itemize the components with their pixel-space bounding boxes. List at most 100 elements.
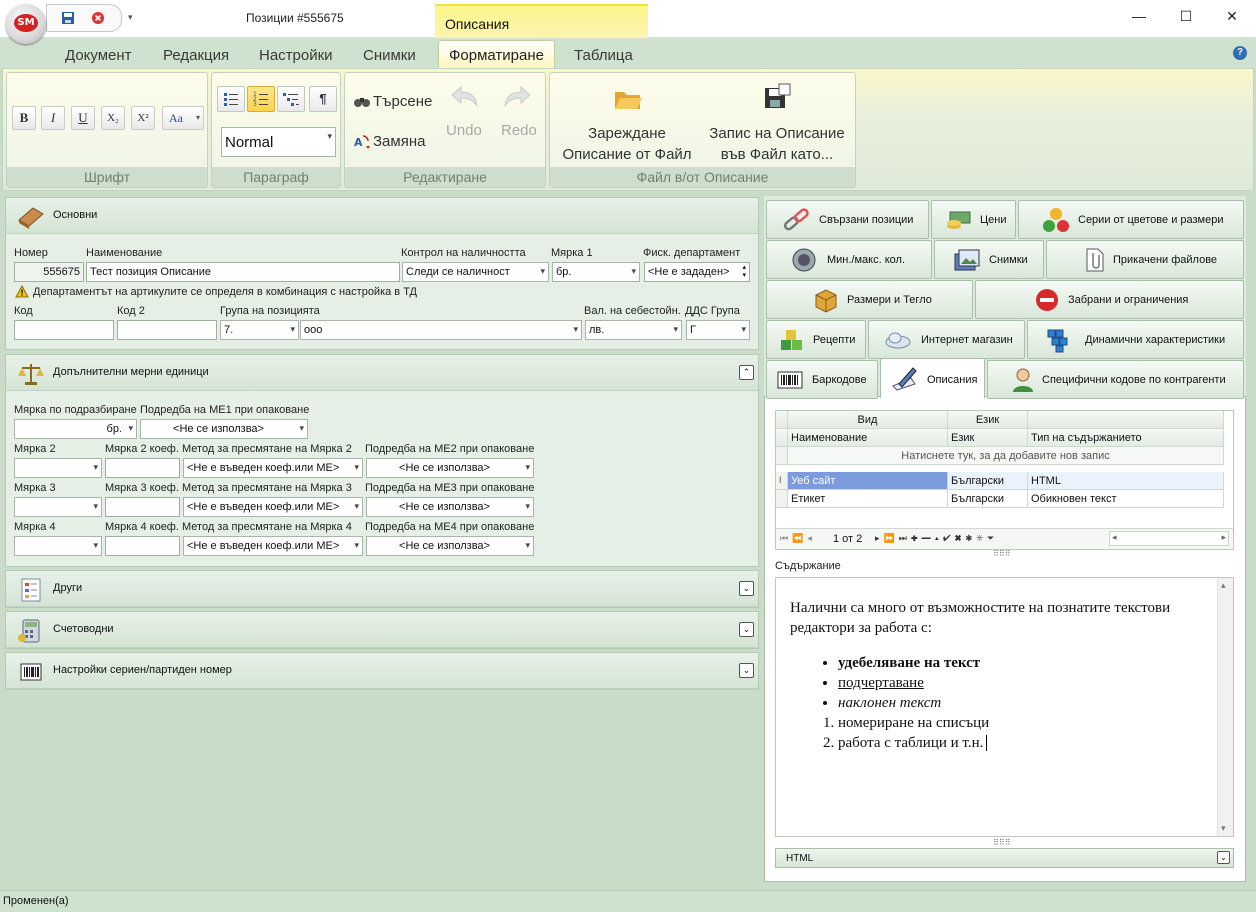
- unit2-method-select[interactable]: <Не е въведен коеф.или МЕ>: [183, 458, 363, 478]
- superscript-button[interactable]: X²: [131, 106, 155, 130]
- tab-document[interactable]: Документ: [65, 47, 132, 64]
- italic-button[interactable]: I: [41, 106, 65, 130]
- name-field[interactable]: Тест позиция Описание: [86, 262, 400, 282]
- paragraph-style-select[interactable]: Normal: [221, 127, 336, 157]
- tab-descriptions[interactable]: Описания: [880, 358, 985, 399]
- unit2-select[interactable]: [14, 458, 102, 478]
- spinner-arrows-icon[interactable]: ▴ ▾: [742, 264, 746, 280]
- default-unit-select[interactable]: бр.: [14, 419, 137, 439]
- unit2-coef-field[interactable]: [105, 458, 180, 478]
- bullet-list-button[interactable]: [217, 86, 245, 112]
- collapse-icon[interactable]: ⌃: [739, 365, 754, 380]
- table-row-cell[interactable]: Уеб сайт: [788, 472, 948, 490]
- tab-recipes[interactable]: Рецепти: [766, 320, 866, 359]
- unit3-coef-field[interactable]: [105, 497, 180, 517]
- table-row-cell[interactable]: Обикновен текст: [1028, 490, 1224, 508]
- fiscal-department-spinner[interactable]: <Не е зададен> ▴ ▾: [644, 262, 750, 282]
- underline-button[interactable]: U: [71, 106, 95, 130]
- serial-settings-section[interactable]: Настройки сериен/партиден номер ⌄: [5, 652, 759, 690]
- redo-button[interactable]: Redo: [497, 83, 539, 147]
- item-group-code-select[interactable]: 7.: [220, 320, 299, 340]
- vat-group-select[interactable]: Г: [686, 320, 750, 340]
- expand-icon[interactable]: ⌄: [1217, 851, 1230, 864]
- new-record-row[interactable]: Натиснете тук, за да добавите нов запис: [788, 447, 1224, 465]
- tab-barcodes[interactable]: Баркодове: [766, 360, 878, 399]
- grid-column-content-type[interactable]: Тип на съдържанието: [1028, 429, 1224, 447]
- basic-section-header[interactable]: Основни: [6, 198, 758, 234]
- order-me2-select[interactable]: <Не се използва>: [366, 458, 534, 478]
- table-row-cell[interactable]: Български: [948, 472, 1028, 490]
- minimize-button[interactable]: —: [1128, 6, 1150, 26]
- tab-online-store[interactable]: Интернет магазин: [868, 320, 1025, 359]
- find-button[interactable]: Търсене: [353, 91, 443, 113]
- expand-icon[interactable]: ⌄: [739, 581, 754, 596]
- app-logo-button[interactable]: SM: [6, 4, 46, 44]
- bold-button[interactable]: B: [12, 106, 36, 130]
- accounting-section[interactable]: Счетоводни ⌄: [5, 611, 759, 649]
- tab-color-size-series[interactable]: Серии от цветове и размери: [1018, 200, 1244, 239]
- close-document-icon[interactable]: [91, 11, 105, 25]
- tab-images[interactable]: Снимки: [363, 47, 416, 64]
- tab-editing[interactable]: Редакция: [163, 47, 229, 64]
- grid-column-name[interactable]: Наименование: [788, 429, 948, 447]
- other-section[interactable]: Други ⌄: [5, 570, 759, 608]
- table-row-cell[interactable]: HTML: [1028, 472, 1224, 490]
- content-vertical-scrollbar[interactable]: ▴ ▾: [1217, 578, 1233, 836]
- multilevel-list-button[interactable]: [277, 86, 305, 112]
- grid-column-language[interactable]: Език: [948, 429, 1028, 447]
- numbered-list-button[interactable]: 123: [247, 86, 275, 112]
- unit3-select[interactable]: [14, 497, 102, 517]
- content-document[interactable]: Налични са много от възможностите на поз…: [790, 598, 1220, 753]
- tab-table[interactable]: Таблица: [574, 47, 633, 64]
- number-field[interactable]: 555675: [14, 262, 84, 282]
- content-editor[interactable]: Налични са много от възможностите на поз…: [775, 577, 1234, 837]
- nav-first-prev-icons[interactable]: ⏮⏪◂: [780, 533, 816, 544]
- expand-icon[interactable]: ⌄: [739, 622, 754, 637]
- maximize-button[interactable]: ☐: [1175, 6, 1197, 26]
- grid-horizontal-scrollbar[interactable]: ◂ ▸: [1109, 531, 1229, 546]
- nav-next-last-icons[interactable]: ▸⏩⏭✚━▴✔✖✱✳⏷: [875, 533, 998, 544]
- save-description-button[interactable]: Запис на Описание във Файл като...: [704, 81, 850, 165]
- order-me1-select[interactable]: <Не се използва>: [140, 419, 308, 439]
- order-me4-select[interactable]: <Не се използва>: [366, 536, 534, 556]
- undo-button[interactable]: Undo: [445, 83, 487, 147]
- tab-restrictions[interactable]: Забрани и ограничения: [975, 280, 1244, 319]
- help-icon[interactable]: ?: [1233, 46, 1247, 60]
- cost-currency-select[interactable]: лв.: [585, 320, 682, 340]
- tab-partner-codes[interactable]: Специфични кодове по контрагенти: [987, 360, 1244, 399]
- unit4-method-select[interactable]: <Не е въведен коеф.или МЕ>: [183, 536, 363, 556]
- tab-settings[interactable]: Настройки: [259, 47, 333, 64]
- splitter-handle[interactable]: ⠿⠿⠿: [993, 838, 1011, 847]
- close-window-button[interactable]: ✕: [1221, 6, 1243, 26]
- splitter-handle[interactable]: ⠿⠿⠿: [993, 549, 1011, 558]
- units-section-header[interactable]: Допълнителни мерни единици ⌃: [6, 355, 758, 391]
- tab-formatting[interactable]: Форматиране: [438, 40, 555, 70]
- show-formatting-button[interactable]: ¶: [309, 86, 337, 112]
- tab-related-items[interactable]: Свързани позиции: [766, 200, 929, 239]
- unit3-method-select[interactable]: <Не е въведен коеф.или МЕ>: [183, 497, 363, 517]
- qat-customize-dropdown[interactable]: ▾: [128, 12, 133, 23]
- serial-settings-section-header[interactable]: Настройки сериен/партиден номер ⌄: [6, 653, 758, 689]
- save-icon[interactable]: [61, 11, 75, 25]
- subscript-button[interactable]: X₂: [101, 106, 125, 130]
- tab-dimensions-weight[interactable]: Размери и Тегло: [766, 280, 973, 319]
- table-row-cell[interactable]: Български: [948, 490, 1028, 508]
- unit1-select[interactable]: бр.: [552, 262, 640, 282]
- tab-images-right[interactable]: Снимки: [934, 240, 1044, 279]
- expand-icon[interactable]: ⌄: [739, 663, 754, 678]
- table-row-cell[interactable]: Етикет: [788, 490, 948, 508]
- change-case-button[interactable]: Aa ▾: [162, 106, 204, 130]
- code2-field[interactable]: [117, 320, 217, 340]
- tab-min-max-qty[interactable]: Мин./макс. кол.: [766, 240, 932, 279]
- unit4-select[interactable]: [14, 536, 102, 556]
- other-section-header[interactable]: Други ⌄: [6, 571, 758, 607]
- content-format-bar[interactable]: HTML ⌄: [775, 848, 1234, 868]
- accounting-section-header[interactable]: Счетоводни ⌄: [6, 612, 758, 648]
- code-field[interactable]: [14, 320, 114, 340]
- stock-control-select[interactable]: Следи се наличност: [402, 262, 549, 282]
- item-group-name-select[interactable]: ооо: [300, 320, 582, 340]
- replace-button[interactable]: A Замяна: [353, 131, 443, 153]
- tab-dynamic-characteristics[interactable]: Динамични характеристики: [1027, 320, 1244, 359]
- load-description-button[interactable]: Зареждане Описание от Файл: [556, 81, 698, 165]
- tab-prices[interactable]: Цени: [931, 200, 1016, 239]
